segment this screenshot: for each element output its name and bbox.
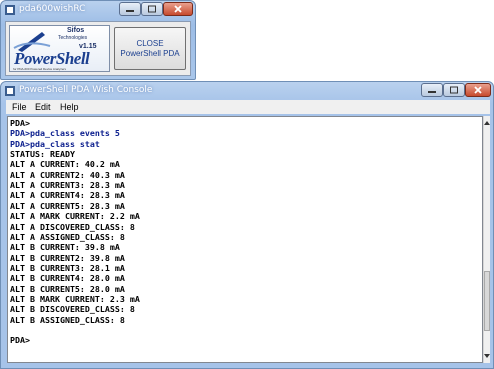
logo-tagline: Technologies	[58, 35, 88, 41]
maximize-icon	[450, 86, 458, 94]
console-line: ALT A MARK CURRENT: 2.2 mA	[10, 211, 140, 222]
console-title: PowerShell PDA Wish Console	[19, 85, 153, 95]
close-icon	[174, 5, 182, 13]
console-line: ALT A CURRENT3: 28.3 mA	[10, 180, 125, 191]
launcher-title: pda600wishRC	[19, 4, 86, 14]
console-line: ALT A ASSIGNED_CLASS: 8	[10, 231, 125, 242]
console-line: ALT B CURRENT4: 28.0 mA	[10, 273, 125, 284]
close-icon	[474, 86, 482, 94]
powershell-logo: Sifos Technologies v1.15 PowerShell for …	[9, 25, 110, 72]
console-line: ALT B MARK CURRENT: 2.3 mA	[10, 293, 140, 304]
minimize-icon	[428, 91, 436, 93]
minimize-icon	[126, 10, 134, 12]
maximize-button[interactable]	[443, 83, 465, 97]
menu-file[interactable]: File	[12, 102, 27, 112]
console-line: ALT A DISCOVERED_CLASS: 8	[10, 221, 135, 232]
minimize-button[interactable]	[119, 2, 141, 16]
scroll-up-icon[interactable]	[484, 119, 490, 127]
menu-bar: File Edit Help	[6, 100, 490, 114]
logo-subtitle: for PDA-600 Powered Device Analyzers	[13, 67, 67, 71]
console-line: ALT B DISCOVERED_CLASS: 8	[10, 304, 135, 315]
app-icon	[5, 86, 15, 96]
launcher-window: pda600wishRC Sifos Technologies v1.15 Po…	[0, 0, 196, 80]
window-close-button[interactable]	[465, 83, 491, 97]
console-line: PDA>pda_class events 5	[10, 128, 120, 139]
logo-company: Sifos	[67, 27, 85, 34]
console-line: ALT B CURRENT5: 28.0 mA	[10, 283, 125, 294]
console-line: ALT A CURRENT5: 28.3 mA	[10, 200, 125, 211]
console-output[interactable]: PDA> PDA>pda_class events 5 PDA>pda_class …	[7, 116, 483, 363]
console-line: PDA>pda_class stat	[10, 138, 100, 149]
logo-product: PowerShell	[14, 49, 90, 68]
console-window: PowerShell PDA Wish Console File Edit He…	[0, 81, 494, 369]
console-line: ALT B ASSIGNED_CLASS: 8	[10, 314, 125, 325]
console-line: ALT B CURRENT3: 28.1 mA	[10, 262, 125, 273]
close-button-line1: CLOSE	[136, 39, 164, 48]
console-line: STATUS: READY	[10, 149, 75, 160]
menu-edit[interactable]: Edit	[35, 102, 51, 112]
scroll-down-icon[interactable]	[484, 352, 490, 360]
window-close-button[interactable]	[163, 2, 193, 16]
console-line: ALT A CURRENT2: 40.3 mA	[10, 169, 125, 180]
close-powershell-pda-button[interactable]: CLOSE PowerShell PDA	[114, 27, 186, 70]
scrollbar-thumb[interactable]	[484, 271, 490, 331]
console-line: ALT B CURRENT2: 39.8 mA	[10, 252, 125, 263]
console-line: ALT A CURRENT: 40.2 mA	[10, 159, 120, 170]
app-icon	[5, 5, 15, 15]
maximize-icon	[148, 5, 156, 13]
launcher-client: Sifos Technologies v1.15 PowerShell for …	[5, 21, 191, 76]
console-line: PDA>	[10, 118, 30, 128]
menu-help[interactable]: Help	[60, 102, 79, 112]
vertical-scrollbar[interactable]	[483, 116, 490, 363]
close-button-line2: PowerShell PDA	[120, 49, 180, 58]
console-line: ALT A CURRENT4: 28.3 mA	[10, 190, 125, 201]
console-line: ALT B CURRENT: 39.8 mA	[10, 242, 120, 253]
maximize-button[interactable]	[141, 2, 163, 16]
minimize-button[interactable]	[421, 83, 443, 97]
console-line: PDA>	[10, 335, 30, 346]
